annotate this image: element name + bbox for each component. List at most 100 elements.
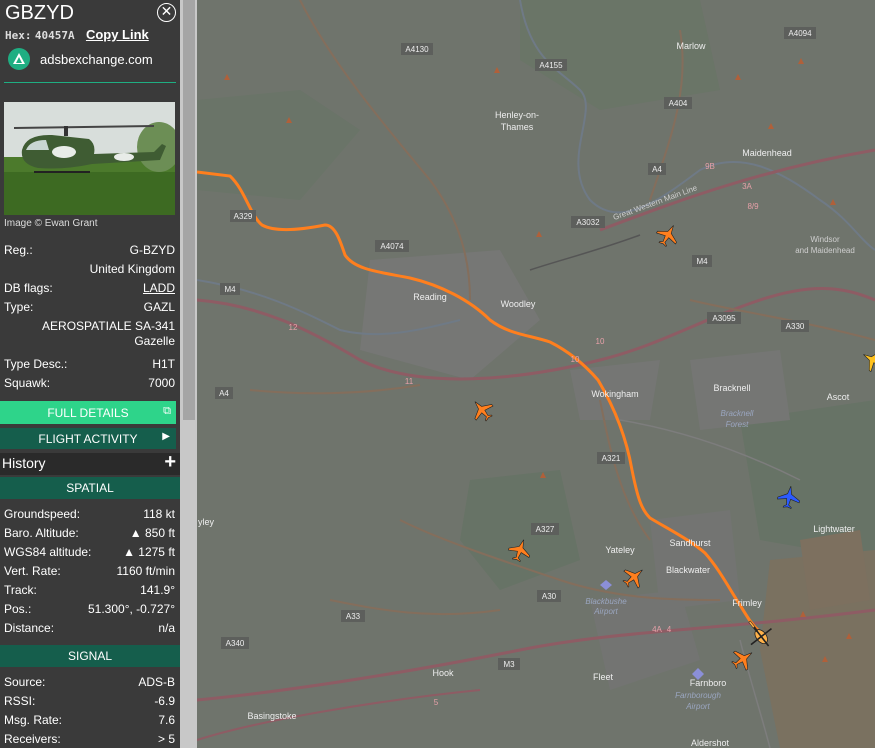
junction-11: 11 <box>405 377 414 386</box>
map-label-lightwater: Lightwater <box>813 524 855 534</box>
road-label-a340: A340 <box>226 639 245 648</box>
road-label-m4-right: M4 <box>696 257 708 266</box>
copy-link[interactable]: Copy Link <box>86 27 149 42</box>
map-label-windsor: Windsor <box>810 235 840 244</box>
db-flags-value[interactable]: LADD <box>143 281 175 295</box>
msg-rate-value: 7.6 <box>158 713 175 727</box>
road-label-a4155: A4155 <box>539 61 563 70</box>
sidebar-scrollbar-thumb[interactable] <box>183 0 195 420</box>
full-details-label: FULL DETAILS <box>47 405 129 420</box>
hex-row: Hex: 40457A Copy Link <box>5 27 149 42</box>
track-value: 141.9° <box>140 583 175 597</box>
road-label-a33: A33 <box>346 612 361 621</box>
full-details-button[interactable]: FULL DETAILS ⧉ <box>0 401 176 424</box>
hex-label: Hex: <box>5 29 32 42</box>
map-label-yley: yley <box>198 517 215 527</box>
map-label-fleet: Fleet <box>593 672 614 682</box>
db-flags-label: DB flags: <box>4 281 53 295</box>
signal-heading: SIGNAL <box>0 645 180 667</box>
junction-4a: 4A <box>652 625 662 634</box>
external-link-icon: ⧉ <box>163 405 171 417</box>
map-label-reading: Reading <box>413 292 447 302</box>
image-credit: Image © Ewan Grant <box>4 218 98 229</box>
distance-value: n/a <box>158 621 175 635</box>
road-label-a3095: A3095 <box>712 314 736 323</box>
map-label-henley-2: Thames <box>501 122 534 132</box>
road-label-a327: A327 <box>536 525 555 534</box>
road-label-a4094: A4094 <box>788 29 812 38</box>
map-label-woodley: Woodley <box>501 299 536 309</box>
flight-activity-label: FLIGHT ACTIVITY <box>38 431 138 446</box>
junction-10: 10 <box>596 337 605 346</box>
msg-rate-label: Msg. Rate: <box>4 713 63 727</box>
map-label-marlow: Marlow <box>676 41 706 51</box>
expand-plus-icon[interactable]: + <box>164 451 176 474</box>
type-desc-value: H1T <box>152 357 175 371</box>
baro-altitude-value: ▲ 850 ft <box>129 526 175 540</box>
map-label-henley: Henley-on- <box>495 110 539 120</box>
vert-rate-label: Vert. Rate: <box>4 564 61 578</box>
aircraft-photo[interactable] <box>4 102 175 215</box>
map-label-blackwater: Blackwater <box>666 565 710 575</box>
hex-value: 40457A <box>34 29 75 42</box>
map-label-basingstoke: Basingstoke <box>247 711 296 721</box>
map-label-hook: Hook <box>432 668 454 678</box>
junction-3a: 3A <box>742 182 752 191</box>
adsbexchange-text: adsbexchange.com <box>40 51 153 67</box>
type-label: Type: <box>4 300 34 314</box>
wgs84-altitude-label: WGS84 altitude: <box>4 545 92 559</box>
road-label-a30: A30 <box>542 592 557 601</box>
type-full-value: AEROSPATIALE SA-341 <box>42 319 175 333</box>
map-view[interactable]: Marlow Henley-on- Thames Maidenhead Wind… <box>197 0 875 748</box>
source-label: Source: <box>4 675 46 689</box>
map-label-wokingham: Wokingham <box>591 389 638 399</box>
map-label-maidenhead: Maidenhead <box>742 148 792 158</box>
wgs84-altitude-value: ▲ 1275 ft <box>123 545 175 559</box>
receivers-value: > 5 <box>157 732 175 746</box>
road-label-a404: A404 <box>669 99 688 108</box>
adsbexchange-link[interactable]: adsbexchange.com <box>8 48 153 70</box>
map-label-blackbushe-2: Airport <box>593 607 618 616</box>
squawk-value: 7000 <box>148 376 175 390</box>
divider <box>4 82 176 83</box>
road-label-a330: A330 <box>786 322 805 331</box>
adsbexchange-logo-icon <box>8 48 30 70</box>
type-full-value-2: Gazelle <box>134 334 175 348</box>
chevron-right-icon: ▶ <box>162 431 170 442</box>
junction-4: 4 <box>667 625 672 634</box>
map-label-sandhurst: Sandhurst <box>669 538 711 548</box>
aircraft-info-panel: GBZYD ✕ Hex: 40457A Copy Link adsbexchan… <box>0 0 180 748</box>
map-label-farnborough-airport: Farnborough <box>675 691 721 700</box>
junction-12: 12 <box>289 323 298 332</box>
groundspeed-value: 118 kt <box>143 507 175 521</box>
road-label-a4: A4 <box>652 165 662 174</box>
reg-label: Reg.: <box>4 243 33 257</box>
rssi-label: RSSI: <box>4 694 36 708</box>
spatial-heading: SPATIAL <box>0 477 180 499</box>
receivers-label: Receivers: <box>4 732 61 746</box>
history-label: History <box>2 455 46 471</box>
road-label-m3: M3 <box>503 660 515 669</box>
road-label-a3032: A3032 <box>576 218 600 227</box>
road-label-a4130: A4130 <box>405 45 429 54</box>
junction-8-9: 8/9 <box>747 202 759 211</box>
country-value: United Kingdom <box>89 262 175 276</box>
rssi-value: -6.9 <box>154 694 175 708</box>
aircraft-callsign: GBZYD <box>5 2 74 24</box>
distance-label: Distance: <box>4 621 55 635</box>
map-label-frimley: Frimley <box>732 598 762 608</box>
road-label-m4-left: M4 <box>224 285 236 294</box>
close-icon[interactable]: ✕ <box>157 3 176 22</box>
road-label-a4074: A4074 <box>380 242 404 251</box>
map-label-farnborough: Farnboro <box>690 678 727 688</box>
flight-activity-button[interactable]: FLIGHT ACTIVITY ▶ <box>0 428 176 449</box>
junction-5: 5 <box>434 698 439 707</box>
map-label-yateley: Yateley <box>605 545 635 555</box>
road-label-a321: A321 <box>602 454 621 463</box>
type-value: GAZL <box>143 300 175 314</box>
history-section[interactable]: History + <box>0 451 180 475</box>
map-label-farnborough-airport-2: Airport <box>685 702 710 711</box>
position-label: Pos.: <box>4 602 32 616</box>
map-label-bracknell-forest-2: Forest <box>726 420 749 429</box>
track-label: Track: <box>4 583 37 597</box>
